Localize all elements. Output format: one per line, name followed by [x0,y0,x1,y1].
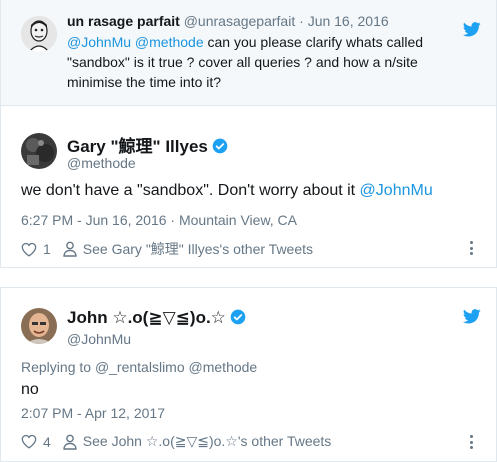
person-icon[interactable] [63,434,77,450]
replying-to-line: Replying to @_rentalslimo @methode [21,359,257,375]
john-like-count: 4 [43,433,51,450]
gary-other-tweets-link[interactable]: See Gary "鯨理" Illyes's other Tweets [83,239,313,259]
parent-tweet-date[interactable]: Jun 16, 2016 [308,13,389,29]
gary-display-name[interactable]: Gary "鯨理" Illyes [67,137,208,156]
header-separator: · [299,13,304,29]
gary-tweet-mention[interactable]: @JohnMu [360,182,433,199]
person-icon[interactable] [63,241,77,257]
gary-display-name-row[interactable]: Gary "鯨理" Illyes [67,132,228,157]
verified-badge-icon [212,138,228,154]
john-display-name[interactable]: John ☆.o(≧▽≦)o.☆ [67,308,226,327]
more-options-icon[interactable] [467,241,475,255]
tweet-gary: Gary "鯨理" Illyes @methode we don't have … [0,106,497,268]
parent-tweet[interactable]: un rasage parfait @unrasageparfait · Jun… [0,0,497,106]
john-handle[interactable]: @JohnMu [67,331,131,347]
gary-handle[interactable]: @methode [67,155,136,171]
gary-avatar[interactable] [21,133,57,169]
john-avatar[interactable] [21,308,57,344]
parent-author-handle[interactable]: @unrasageparfait [184,13,296,29]
gary-like-count: 1 [43,241,51,257]
heart-icon[interactable] [21,434,37,449]
gary-tweet-body: we don't have a "sandbox". Don't worry a… [21,182,360,199]
tweet-john: John ☆.o(≧▽≦)o.☆ @JohnMu Replying to @_r… [0,287,497,462]
twitter-bird-icon[interactable] [463,309,481,324]
parent-author-avatar[interactable] [21,16,57,52]
replying-prefix: Replying to [21,359,95,375]
more-options-icon[interactable] [467,435,475,449]
john-tweet-text: no [21,381,39,398]
parent-tweet-header: un rasage parfait @unrasageparfait · Jun… [67,13,389,29]
gary-tweet-text: we don't have a "sandbox". Don't worry a… [21,182,433,200]
gary-tweet-timestamp[interactable]: 6:27 PM - Jun 16, 2016 · Mountain View, … [21,212,297,228]
heart-icon[interactable] [21,242,37,257]
verified-badge-icon [230,309,246,325]
parent-mentions[interactable]: @JohnMu @methode [67,34,204,50]
john-tweet-timestamp[interactable]: 2:07 PM - Apr 12, 2017 [21,405,165,421]
replying-to-handles[interactable]: @_rentalslimo @methode [95,359,257,375]
parent-tweet-text: @JohnMu @methode can you please clarify … [67,32,467,92]
parent-author-name[interactable]: un rasage parfait [67,13,180,29]
john-other-tweets-link[interactable]: See John ☆.o(≧▽≦)o.☆'s other Tweets [83,433,332,450]
john-display-name-row[interactable]: John ☆.o(≧▽≦)o.☆ [67,308,246,328]
gary-action-bar: 1 See Gary "鯨理" Illyes's other Tweets [21,239,313,259]
john-action-bar: 4 See John ☆.o(≧▽≦)o.☆'s other Tweets [21,433,331,450]
